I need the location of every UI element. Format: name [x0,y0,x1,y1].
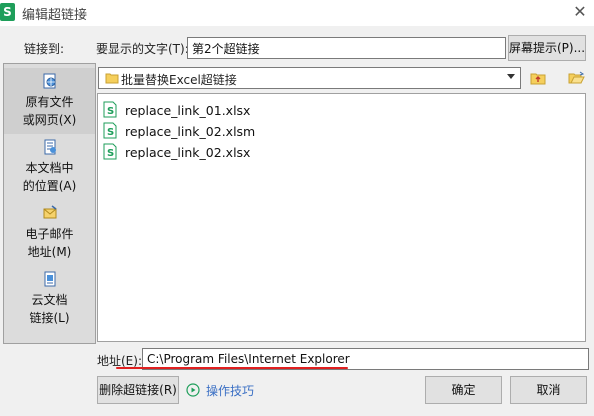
sidebar-item-label: 的位置(A) [22,179,77,193]
display-text-label: 要显示的文字(T): [96,42,189,56]
sidebar-item-document-place[interactable]: 本文档中 的位置(A) [4,136,95,200]
display-text-input[interactable] [187,37,506,59]
document-place-icon [44,139,56,155]
link-to-label: 链接到: [24,42,65,56]
sidebar-item-label: 云文档 [31,293,68,307]
close-icon[interactable]: ✕ [570,2,590,22]
browse-folder-icon[interactable] [568,70,585,86]
sidebar-item-label: 本文档中 [25,161,74,175]
link-type-sidebar: 原有文件 或网页(X) 本文档中 的位置(A) 电子邮件 地址(M) 云文档 链… [3,63,96,344]
tips-link[interactable]: 操作技巧 [206,382,254,399]
svg-text:S: S [107,148,114,159]
folder-icon [105,73,119,84]
dialog-title: 编辑超链接 [22,8,88,23]
cancel-button[interactable]: 取消 [510,376,587,404]
play-tips-icon[interactable] [186,383,200,397]
chevron-down-icon [507,74,515,79]
sidebar-item-label: 原有文件 [25,95,74,109]
sidebar-item-label: 或网页(X) [22,113,77,127]
annotation-underline [116,367,348,369]
up-folder-icon[interactable] [530,70,546,86]
file-name: replace_link_01.xlsx [125,103,251,118]
spreadsheet-icon: S [103,143,117,160]
sidebar-item-label: 地址(M) [27,245,72,259]
file-name: replace_link_02.xlsm [125,124,256,139]
cloud-doc-icon [44,271,55,287]
app-logo-icon: S [0,3,15,21]
email-icon [43,205,56,219]
folder-name: 批量替换Excel超链接 [121,73,237,87]
ok-button[interactable]: 确定 [425,376,502,404]
sidebar-item-existing-file[interactable]: 原有文件 或网页(X) [4,68,95,134]
spreadsheet-icon: S [103,101,117,118]
sidebar-item-email[interactable]: 电子邮件 地址(M) [4,202,95,266]
screentip-button[interactable]: 屏幕提示(P)... [508,35,586,61]
web-page-icon [43,73,55,89]
sidebar-item-cloud-doc[interactable]: 云文档 链接(L) [4,268,95,332]
sidebar-item-label: 链接(L) [29,311,70,325]
remove-link-button[interactable]: 删除超链接(R) [97,376,179,404]
sidebar-item-label: 电子邮件 [25,227,74,241]
title-bar [0,0,594,26]
file-list[interactable]: S replace_link_01.xlsx S replace_link_02… [97,93,586,342]
svg-text:S: S [107,106,114,117]
file-name: replace_link_02.xlsx [125,145,251,160]
spreadsheet-icon: S [103,122,117,139]
folder-dropdown[interactable]: 批量替换Excel超链接 [98,67,521,89]
svg-text:S: S [107,127,114,138]
